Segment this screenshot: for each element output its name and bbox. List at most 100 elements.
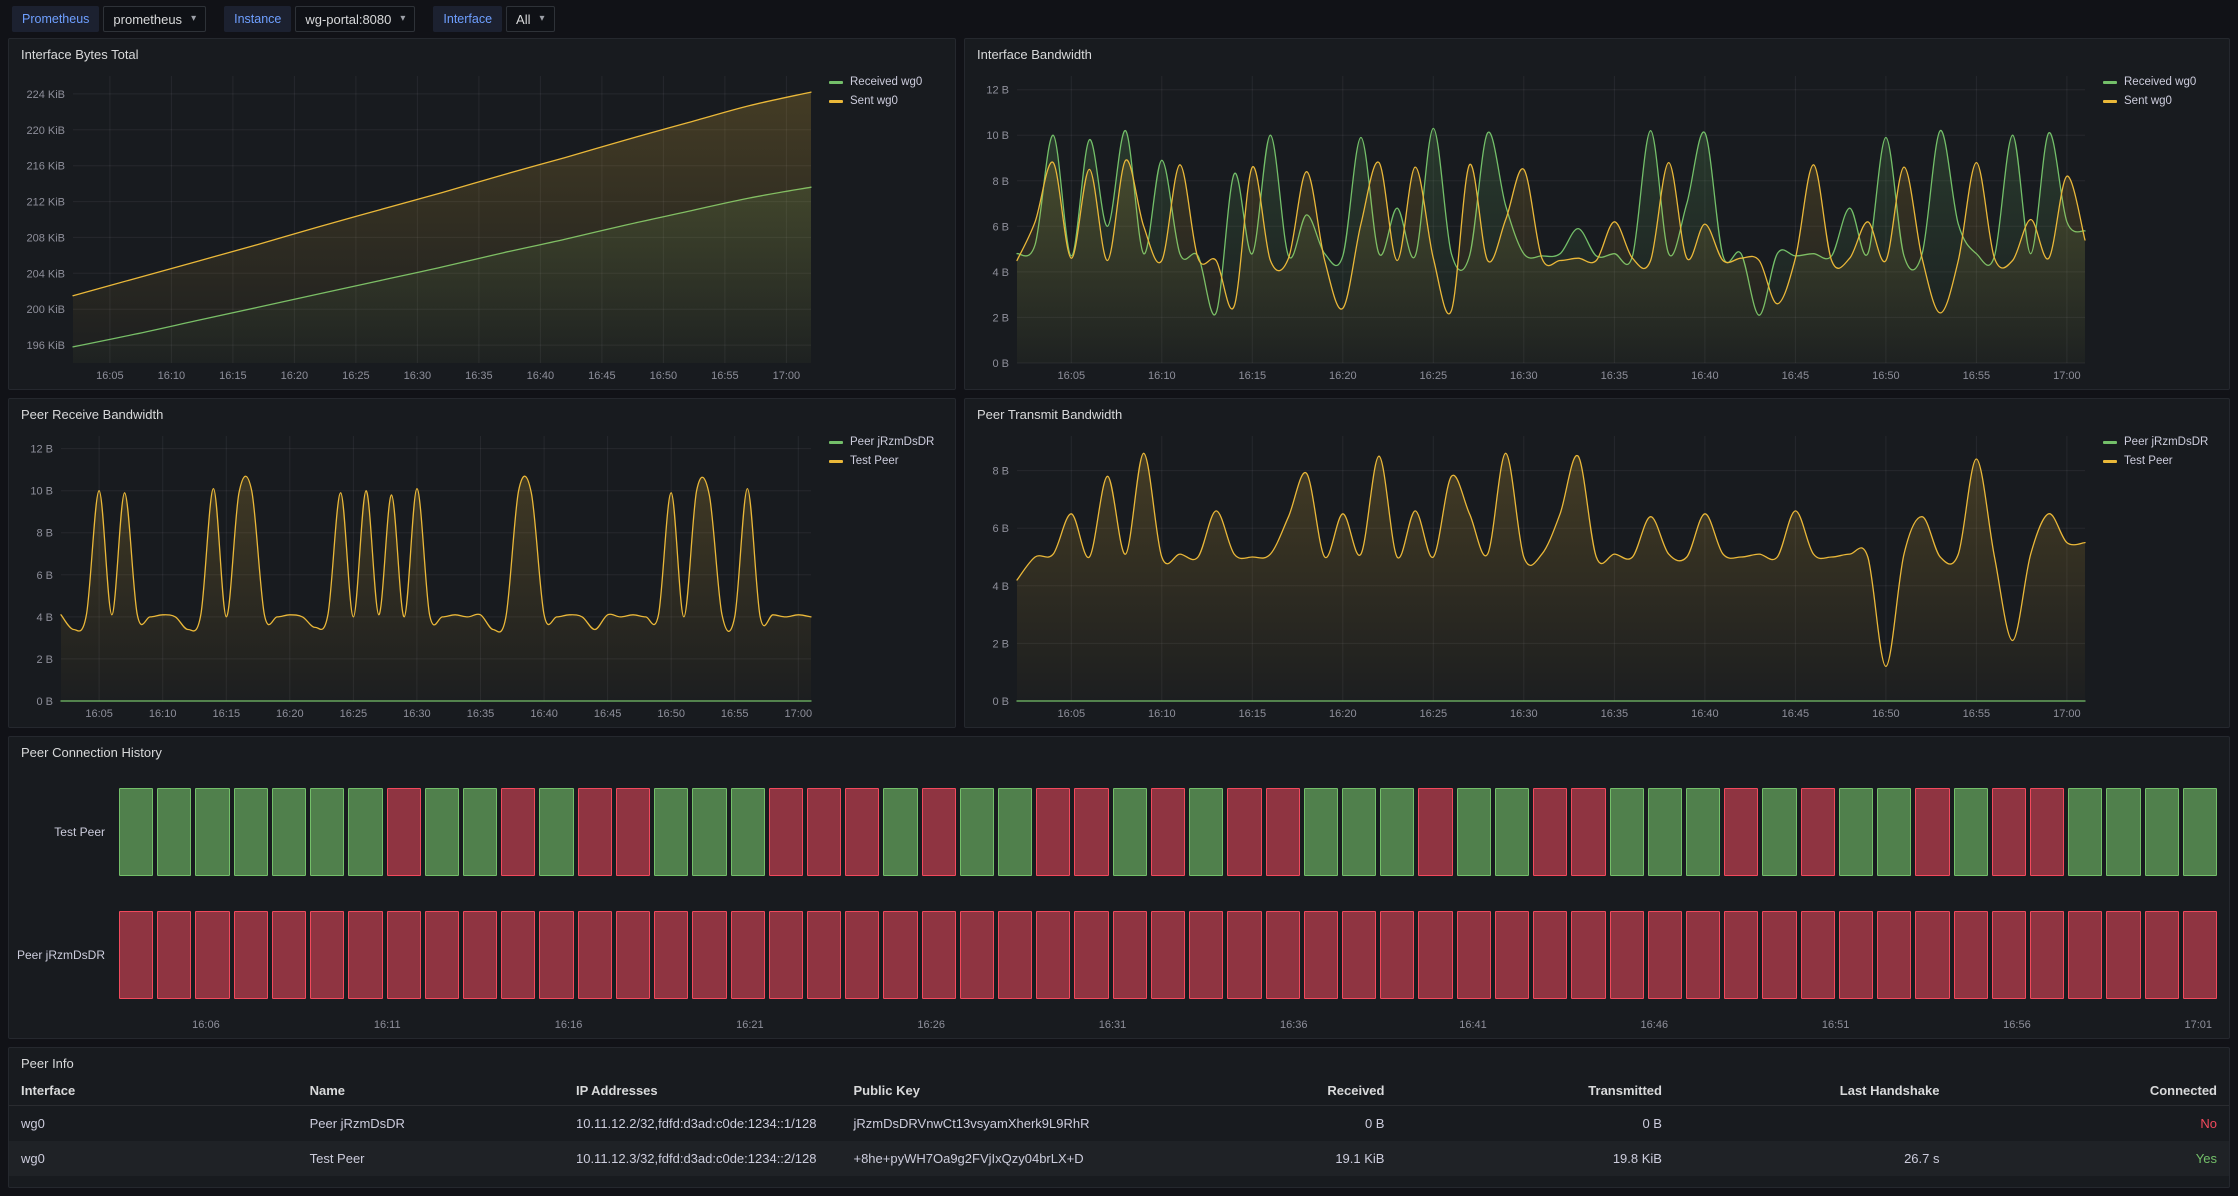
state-cell-connected[interactable] — [119, 788, 153, 876]
legend-item[interactable]: Sent wg0 — [2103, 95, 2217, 107]
state-cell-disconnected[interactable] — [1839, 911, 1873, 999]
legend-item[interactable]: Peer jRzmDsDR — [2103, 436, 2217, 448]
state-cell-disconnected[interactable] — [1418, 788, 1452, 876]
state-cell-disconnected[interactable] — [1074, 911, 1108, 999]
state-cell-disconnected[interactable] — [1801, 788, 1835, 876]
state-cell-disconnected[interactable] — [1189, 911, 1223, 999]
state-cell-disconnected[interactable] — [1342, 911, 1376, 999]
state-cell-disconnected[interactable] — [2068, 911, 2102, 999]
state-cell-disconnected[interactable] — [1113, 911, 1147, 999]
legend-item[interactable]: Test Peer — [829, 455, 943, 467]
state-cell-connected[interactable] — [883, 788, 917, 876]
panel-title[interactable]: Peer Connection History — [9, 737, 2229, 764]
state-cell-connected[interactable] — [348, 788, 382, 876]
panel-title[interactable]: Peer Transmit Bandwidth — [965, 399, 2229, 426]
state-cell-disconnected[interactable] — [387, 911, 421, 999]
state-cell-disconnected[interactable] — [501, 788, 535, 876]
state-cell-disconnected[interactable] — [310, 911, 344, 999]
state-cell-connected[interactable] — [2068, 788, 2102, 876]
state-cell-connected[interactable] — [1457, 788, 1491, 876]
state-cell-disconnected[interactable] — [1457, 911, 1491, 999]
state-cell-disconnected[interactable] — [1380, 911, 1414, 999]
state-cell-connected[interactable] — [234, 788, 268, 876]
state-cell-disconnected[interactable] — [425, 911, 459, 999]
legend-item[interactable]: Test Peer — [2103, 455, 2217, 467]
variable-prometheus-dropdown[interactable]: prometheus ▾ — [103, 6, 206, 32]
column-header-ip-addresses[interactable]: IP Addresses — [564, 1075, 842, 1106]
column-header-received[interactable]: Received — [1119, 1075, 1397, 1106]
state-cell-disconnected[interactable] — [157, 911, 191, 999]
state-cell-disconnected[interactable] — [1724, 911, 1758, 999]
state-cell-disconnected[interactable] — [1686, 911, 1720, 999]
state-cell-disconnected[interactable] — [1304, 911, 1338, 999]
state-cell-disconnected[interactable] — [1992, 788, 2026, 876]
column-header-transmitted[interactable]: Transmitted — [1396, 1075, 1674, 1106]
state-cell-disconnected[interactable] — [195, 911, 229, 999]
column-header-last-handshake[interactable]: Last Handshake — [1674, 1075, 1952, 1106]
state-cell-disconnected[interactable] — [1915, 911, 1949, 999]
state-cell-disconnected[interactable] — [1533, 911, 1567, 999]
state-cell-connected[interactable] — [157, 788, 191, 876]
state-cell-connected[interactable] — [1686, 788, 1720, 876]
state-cell-disconnected[interactable] — [922, 911, 956, 999]
state-cell-disconnected[interactable] — [1610, 911, 1644, 999]
state-cell-disconnected[interactable] — [1266, 788, 1300, 876]
state-cell-disconnected[interactable] — [1571, 788, 1605, 876]
state-cell-disconnected[interactable] — [769, 911, 803, 999]
state-cell-connected[interactable] — [1189, 788, 1223, 876]
state-cell-disconnected[interactable] — [348, 911, 382, 999]
column-header-interface[interactable]: Interface — [9, 1075, 298, 1106]
column-header-public-key[interactable]: Public Key — [841, 1075, 1119, 1106]
panel-title[interactable]: Peer Receive Bandwidth — [9, 399, 955, 426]
state-cell-connected[interactable] — [1380, 788, 1414, 876]
state-cell-disconnected[interactable] — [1151, 911, 1185, 999]
state-cell-disconnected[interactable] — [1151, 788, 1185, 876]
state-cell-disconnected[interactable] — [998, 911, 1032, 999]
state-cell-disconnected[interactable] — [2030, 911, 2064, 999]
state-cell-disconnected[interactable] — [1877, 911, 1911, 999]
state-cell-disconnected[interactable] — [616, 788, 650, 876]
state-cell-disconnected[interactable] — [272, 911, 306, 999]
state-cell-disconnected[interactable] — [234, 911, 268, 999]
state-cell-connected[interactable] — [731, 788, 765, 876]
variable-instance-dropdown[interactable]: wg-portal:8080 ▾ — [295, 6, 415, 32]
interface-bandwidth-chart[interactable]: 0 B2 B4 B6 B8 B10 B12 B16:0516:1016:1516… — [971, 66, 2095, 387]
state-cell-disconnected[interactable] — [922, 788, 956, 876]
state-cell-connected[interactable] — [463, 788, 497, 876]
state-cell-connected[interactable] — [310, 788, 344, 876]
state-cell-disconnected[interactable] — [960, 911, 994, 999]
legend-item[interactable]: Sent wg0 — [829, 95, 943, 107]
state-cell-disconnected[interactable] — [1227, 911, 1261, 999]
state-cell-connected[interactable] — [1342, 788, 1376, 876]
state-cell-disconnected[interactable] — [1724, 788, 1758, 876]
state-cell-disconnected[interactable] — [1495, 911, 1529, 999]
peer-transmit-bandwidth-chart[interactable]: 0 B2 B4 B6 B8 B16:0516:1016:1516:2016:25… — [971, 426, 2095, 725]
panel-title[interactable]: Interface Bandwidth — [965, 39, 2229, 66]
state-cell-disconnected[interactable] — [1266, 911, 1300, 999]
state-cell-disconnected[interactable] — [1992, 911, 2026, 999]
state-cell-connected[interactable] — [1304, 788, 1338, 876]
state-cell-disconnected[interactable] — [387, 788, 421, 876]
state-cell-connected[interactable] — [654, 788, 688, 876]
state-cell-disconnected[interactable] — [1915, 788, 1949, 876]
state-cell-disconnected[interactable] — [1036, 788, 1070, 876]
state-cell-disconnected[interactable] — [1648, 911, 1682, 999]
state-cell-disconnected[interactable] — [1762, 911, 1796, 999]
state-cell-disconnected[interactable] — [1074, 788, 1108, 876]
state-cell-disconnected[interactable] — [731, 911, 765, 999]
state-cell-disconnected[interactable] — [1418, 911, 1452, 999]
state-cell-connected[interactable] — [195, 788, 229, 876]
state-cell-disconnected[interactable] — [578, 788, 612, 876]
state-cell-disconnected[interactable] — [2030, 788, 2064, 876]
legend-item[interactable]: Peer jRzmDsDR — [829, 436, 943, 448]
state-cell-disconnected[interactable] — [616, 911, 650, 999]
column-header-name[interactable]: Name — [298, 1075, 564, 1106]
state-cell-disconnected[interactable] — [119, 911, 153, 999]
state-cell-connected[interactable] — [960, 788, 994, 876]
state-cell-disconnected[interactable] — [1036, 911, 1070, 999]
variable-interface-dropdown[interactable]: All ▾ — [506, 6, 554, 32]
state-cell-disconnected[interactable] — [769, 788, 803, 876]
state-cell-disconnected[interactable] — [845, 788, 879, 876]
state-cell-disconnected[interactable] — [2106, 911, 2140, 999]
state-cell-disconnected[interactable] — [845, 911, 879, 999]
